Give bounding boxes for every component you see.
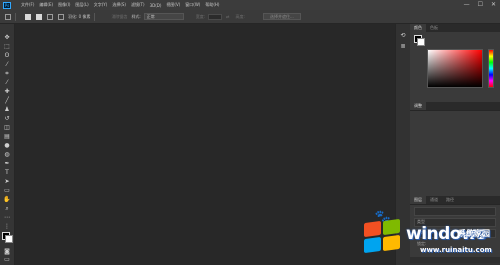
adjustments-panel — [410, 110, 500, 196]
menu-type[interactable]: 文字(Y) — [94, 2, 108, 8]
clone-stamp-icon[interactable]: ♟ — [3, 106, 11, 113]
tools-panel: ✥ ⬚ ʘ ⁄ ⌗ ⁄ ✚ ╱ ♟ ↺ ◫ ▤ ● ◍ ✒ T ➤ ▭ ✋ ⌕ … — [0, 24, 15, 265]
photoshop-window: Ps 文件(F) 编辑(E) 图像(I) 图层(L) 文字(Y) 选择(S) 滤… — [0, 0, 500, 265]
eraser-icon[interactable]: ◫ — [3, 124, 11, 131]
tab-layers[interactable]: 图层 — [410, 196, 426, 204]
properties-icon[interactable]: ≣ — [399, 43, 407, 50]
watermark: 🐾 windows 系统家园 www.ruinaitu.com — [360, 210, 500, 265]
tab-color[interactable]: 颜色 — [410, 24, 426, 32]
antialias-label: 消除锯齿 — [111, 13, 128, 19]
rectangle-icon[interactable]: ▭ — [3, 187, 11, 194]
zoom-icon[interactable]: ⌕ — [3, 205, 11, 212]
divider — [94, 12, 96, 21]
hue-slider[interactable] — [488, 49, 494, 88]
history-icon[interactable]: ⟲ — [399, 32, 407, 39]
menu-layer[interactable]: 图层(L) — [75, 2, 88, 8]
tab-swatches[interactable]: 色板 — [426, 24, 442, 32]
lasso-icon[interactable]: ʘ — [3, 52, 11, 59]
gradient-icon[interactable]: ▤ — [3, 133, 11, 140]
menu-3d[interactable]: 3D(D) — [150, 3, 162, 8]
add-selection-icon[interactable] — [36, 13, 42, 20]
brush-icon[interactable]: ╱ — [3, 97, 11, 104]
maximize-icon[interactable]: ☐ — [478, 1, 483, 9]
minimize-icon[interactable]: — — [464, 1, 470, 9]
tab-paths[interactable]: 路径 — [442, 196, 458, 204]
ps-logo-icon: Ps — [3, 1, 11, 9]
height-label: 高度: — [235, 13, 245, 19]
hand-icon[interactable]: ✋ — [3, 196, 11, 203]
quick-mask-icon[interactable]: ◙ — [3, 248, 11, 255]
color-picker-field[interactable] — [427, 49, 483, 88]
color-panel-tabs: 颜色 色板 — [410, 24, 500, 32]
intersect-selection-icon[interactable] — [58, 13, 64, 20]
healing-brush-icon[interactable]: ✚ — [3, 88, 11, 95]
panel-background-swatch[interactable] — [417, 38, 425, 46]
eyedropper-icon[interactable]: ⁄ — [3, 79, 11, 86]
menu-view[interactable]: 视图(V) — [166, 2, 180, 8]
divider — [15, 12, 16, 21]
watermark-brand-cn: 系统家园 — [458, 229, 490, 238]
select-and-mask-button[interactable]: 选择并遮住... — [262, 13, 301, 20]
dodge-icon[interactable]: ◍ — [3, 151, 11, 158]
menu-window[interactable]: 窗口(W) — [185, 2, 200, 8]
tab-adjustments[interactable]: 调整 — [410, 102, 426, 110]
menu-select[interactable]: 选择(S) — [112, 2, 126, 8]
marquee-icon[interactable]: ⬚ — [3, 43, 11, 50]
pen-icon[interactable]: ✒ — [3, 160, 11, 167]
swap-icon[interactable]: ⇄ — [226, 14, 229, 19]
adjust-panel-tabs: 调整 — [410, 102, 500, 110]
options-bar: 羽化: 0 像素 消除锯齿 样式: 正常 宽度: ⇄ 高度: 选择并遮住... — [0, 10, 500, 24]
menu-bar: Ps 文件(F) 编辑(E) 图像(I) 图层(L) 文字(Y) 选择(S) 滤… — [0, 0, 500, 10]
crop-icon[interactable]: ⌗ — [3, 70, 11, 77]
close-icon[interactable]: ✕ — [491, 1, 496, 9]
layers-panel-tabs: 图层 通道 路径 — [410, 196, 500, 204]
background-color[interactable] — [5, 235, 13, 243]
style-select[interactable]: 正常 — [143, 13, 184, 20]
menu-edit[interactable]: 编辑(E) — [39, 2, 53, 8]
subtract-selection-icon[interactable] — [47, 13, 53, 20]
edit-toolbar-icon[interactable]: ⋮ — [3, 223, 11, 230]
width-input[interactable] — [208, 13, 223, 20]
tab-channels[interactable]: 通道 — [426, 196, 442, 204]
tool-preset-icon[interactable] — [5, 13, 11, 20]
foreground-background-swatch[interactable] — [2, 232, 13, 243]
screen-mode-icon[interactable]: ▭ — [3, 256, 11, 263]
watermark-url: www.ruinaitu.com — [420, 246, 492, 254]
type-icon[interactable]: T — [3, 169, 11, 176]
menu-file[interactable]: 文件(F) — [21, 2, 34, 8]
feather-label: 羽化: 0 像素 — [68, 13, 91, 19]
menu-filter[interactable]: 滤镜(T) — [131, 2, 145, 8]
menu-image[interactable]: 图像(I) — [58, 2, 70, 8]
move-icon[interactable]: ✥ — [3, 34, 11, 41]
new-selection-icon[interactable] — [25, 13, 31, 20]
magic-wand-icon[interactable]: ⁄ — [3, 61, 11, 68]
canvas-area[interactable] — [15, 24, 395, 265]
menu-help[interactable]: 帮助(H) — [205, 2, 219, 8]
blur-icon[interactable]: ● — [3, 142, 11, 149]
history-brush-icon[interactable]: ↺ — [3, 115, 11, 122]
width-label: 宽度: — [195, 13, 206, 19]
windows-logo-icon — [364, 218, 404, 256]
more-tools-icon[interactable]: ⋯ — [3, 214, 11, 221]
color-panel — [410, 32, 500, 102]
window-controls: — ☐ ✕ — [464, 1, 496, 9]
path-selection-icon[interactable]: ➤ — [3, 178, 11, 185]
style-label: 样式: — [131, 13, 141, 19]
